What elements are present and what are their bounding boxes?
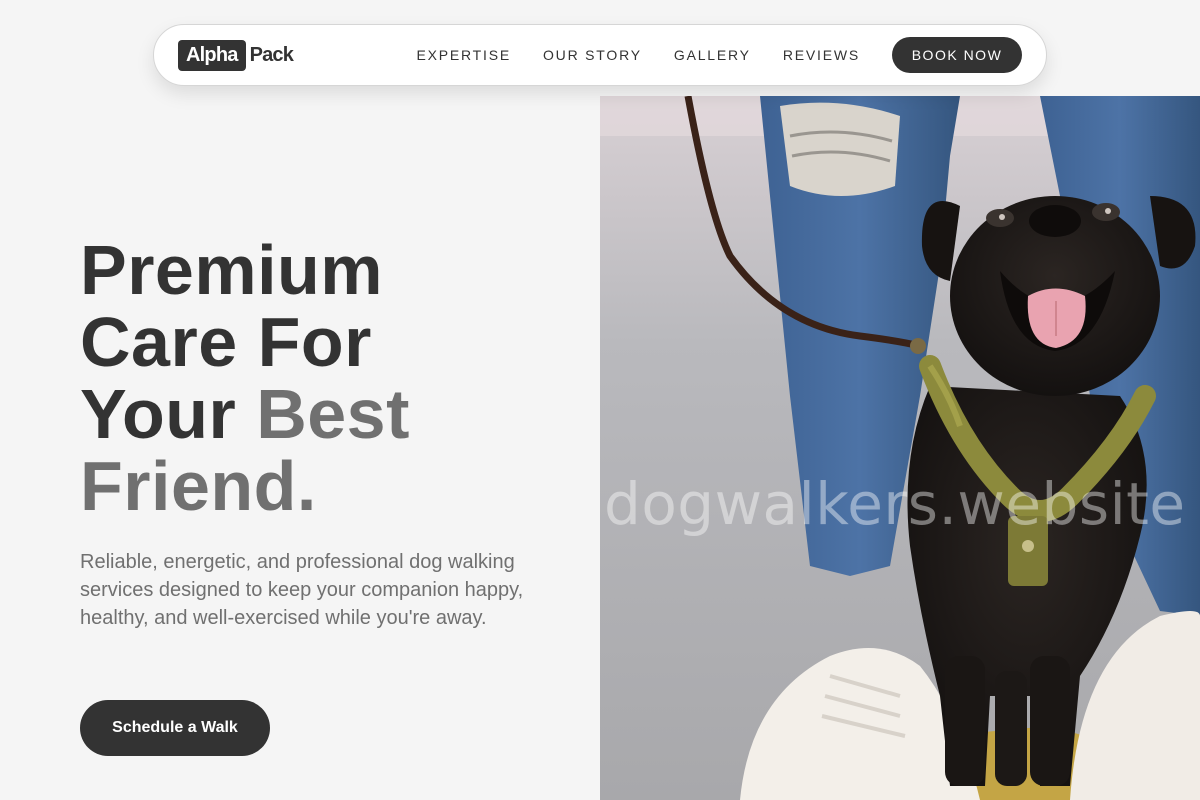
- pug-illustration: [600, 96, 1200, 800]
- hero-title-line-1: Premium: [80, 231, 384, 309]
- nav-link-expertise[interactable]: EXPERTISE: [416, 45, 511, 65]
- hero-title-line-4: Friend.: [80, 447, 317, 525]
- book-now-button[interactable]: BOOK NOW: [892, 37, 1022, 73]
- nav-links: EXPERTISE OUR STORY GALLERY REVIEWS: [416, 45, 860, 65]
- hero-title: Premium Care For Your Best Friend.: [80, 234, 410, 522]
- hero-title-your: Your: [80, 375, 257, 453]
- hero-title-line-3: Your Best: [80, 378, 410, 450]
- logo-box-text: Alpha: [178, 39, 246, 71]
- hero-image: [600, 96, 1200, 800]
- nav-link-gallery[interactable]: GALLERY: [674, 45, 751, 65]
- schedule-walk-button[interactable]: Schedule a Walk: [80, 700, 270, 756]
- hero-title-line-2: Care For: [80, 303, 372, 381]
- logo-rest-text: Pack: [249, 44, 294, 66]
- nav-link-our-story[interactable]: OUR STORY: [543, 45, 642, 65]
- hero-title-best: Best: [256, 375, 410, 453]
- nav-link-reviews[interactable]: REVIEWS: [783, 45, 860, 65]
- top-nav: Alpha Pack EXPERTISE OUR STORY GALLERY R…: [153, 24, 1047, 86]
- logo[interactable]: Alpha Pack: [178, 39, 294, 71]
- hero-description: Reliable, energetic, and professional do…: [80, 551, 524, 629]
